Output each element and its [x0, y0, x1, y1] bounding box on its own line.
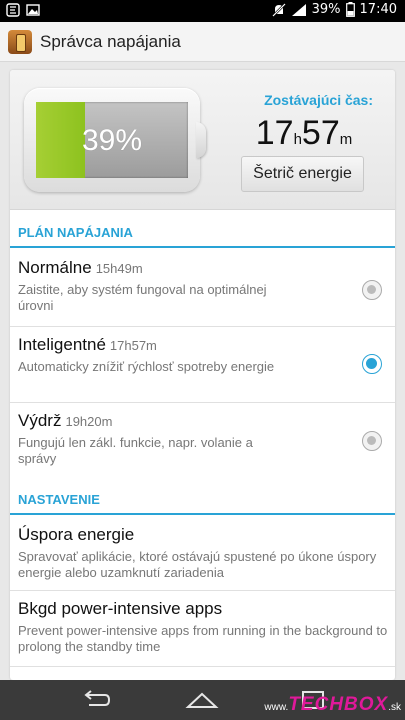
notification-icon — [6, 3, 20, 17]
battery-cap — [196, 122, 206, 158]
remaining-minutes: 57 — [301, 114, 340, 152]
plan-duration: 15h49m — [95, 261, 143, 276]
remaining-time: 17h57m — [240, 114, 368, 153]
watermark-brand: TECHBOX — [288, 694, 389, 715]
watermark-suffix: .sk — [388, 702, 401, 713]
setting-description: Spravovať aplikácie, ktoré ostávajú spus… — [18, 549, 377, 580]
battery-icon — [345, 2, 355, 17]
home-icon[interactable] — [185, 688, 219, 712]
setting-title: Úspora energie — [18, 525, 135, 544]
plan-title: Výdrž 19h20m — [18, 411, 112, 431]
plan-radio-normal[interactable] — [362, 280, 382, 300]
plan-name: Výdrž — [18, 411, 62, 430]
power-saver-button[interactable]: Šetrič energie — [241, 156, 364, 192]
status-right: 39% 17:40 — [271, 2, 397, 17]
plan-item-endurance[interactable]: Výdrž 19h20m Fungujú len zákl. funkcie, n… — [10, 403, 395, 481]
setting-item-bkgd-apps[interactable]: Bkgd power-intensive apps Prevent power-… — [10, 591, 395, 667]
mute-icon — [271, 2, 286, 17]
section-header-settings: NASTAVENIE — [10, 487, 395, 515]
status-left — [6, 3, 40, 17]
page-title: Správca napájania — [40, 32, 181, 51]
watermark-prefix: www. — [264, 702, 289, 713]
watermark: www.TECHBOX.sk — [264, 694, 401, 716]
setting-item-power-saving[interactable]: Úspora energie Spravovať aplikácie, ktor… — [10, 517, 395, 591]
status-time: 17:40 — [359, 2, 397, 17]
main-content: 39% Zostávajúci čas: 17h57m Šetrič energ… — [10, 70, 395, 680]
remaining-hours: 17 — [255, 114, 294, 152]
back-icon[interactable] — [78, 688, 112, 712]
setting-title: Bkgd power-intensive apps — [18, 599, 223, 618]
image-icon — [26, 4, 40, 16]
section-header-power-plan: PLÁN NAPÁJANIA — [10, 220, 395, 248]
plan-duration: 17h57m — [109, 338, 157, 353]
plan-radio-intelligent[interactable] — [362, 354, 382, 374]
remaining-minutes-unit: m — [339, 131, 353, 148]
plan-name: Inteligentné — [18, 335, 106, 354]
remaining-hours-unit: h — [293, 131, 302, 148]
battery-graphic: 39% — [24, 88, 200, 192]
plan-item-intelligent[interactable]: Inteligentné 17h57m Automaticky znížiť rý… — [10, 327, 395, 403]
plan-description: Fungujú len zákl. funkcie, napr. volanie… — [18, 435, 253, 466]
plan-description: Automaticky znížiť rýchlosť spotreby ene… — [18, 359, 275, 374]
plan-duration: 19h20m — [65, 414, 113, 429]
plan-name: Normálne — [18, 258, 92, 277]
plan-description: Zaistite, aby systém fungoval na optimál… — [18, 282, 267, 313]
action-bar: Správca napájania — [0, 22, 405, 62]
battery-manager-icon[interactable] — [8, 30, 32, 54]
battery-panel: 39% Zostávajúci čas: 17h57m Šetrič energ… — [10, 70, 395, 210]
signal-icon — [291, 3, 306, 16]
plan-title: Inteligentné 17h57m — [18, 335, 157, 355]
battery-percent-label: 39% — [81, 124, 143, 157]
status-battery-percent: 39% — [311, 2, 341, 17]
plan-item-normal[interactable]: Normálne 15h49m Zaistite, aby systém fung… — [10, 250, 395, 327]
battery-level-bar: 39% — [36, 102, 188, 178]
plan-title: Normálne 15h49m — [18, 258, 143, 278]
navigation-bar: www.TECHBOX.sk — [0, 680, 405, 720]
plan-radio-endurance[interactable] — [362, 431, 382, 451]
status-bar: 39% 17:40 — [0, 0, 405, 22]
setting-description: Prevent power-intensive apps from runnin… — [18, 623, 388, 654]
remaining-time-label: Zostávajúci čas: — [264, 92, 373, 108]
